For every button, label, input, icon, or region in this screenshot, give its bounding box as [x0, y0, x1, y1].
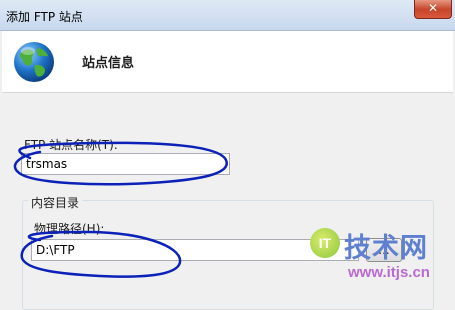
watermark-text: 技术网: [344, 233, 428, 264]
physical-path-label: 物理路径(H):: [34, 222, 105, 236]
watermark-url: www.itjs.cn: [348, 264, 430, 281]
watermark-logo: IT: [310, 228, 340, 258]
site-name-label: FTP 站点名称(T):: [24, 138, 118, 152]
wizard-header: 站点信息: [2, 31, 453, 93]
close-icon: ✕: [427, 1, 439, 15]
title-bar: 添加 FTP 站点 ✕: [0, 0, 455, 31]
page-title: 站点信息: [82, 56, 135, 71]
content-directory-group-label: 内容目录: [28, 194, 83, 211]
site-name-field[interactable]: trsmas: [21, 153, 230, 175]
site-watermark: IT 技术网 www.itjs.cn: [308, 228, 448, 296]
close-button[interactable]: ✕: [414, 0, 452, 19]
window-title: 添加 FTP 站点: [6, 10, 83, 24]
globe-icon: [14, 42, 54, 82]
